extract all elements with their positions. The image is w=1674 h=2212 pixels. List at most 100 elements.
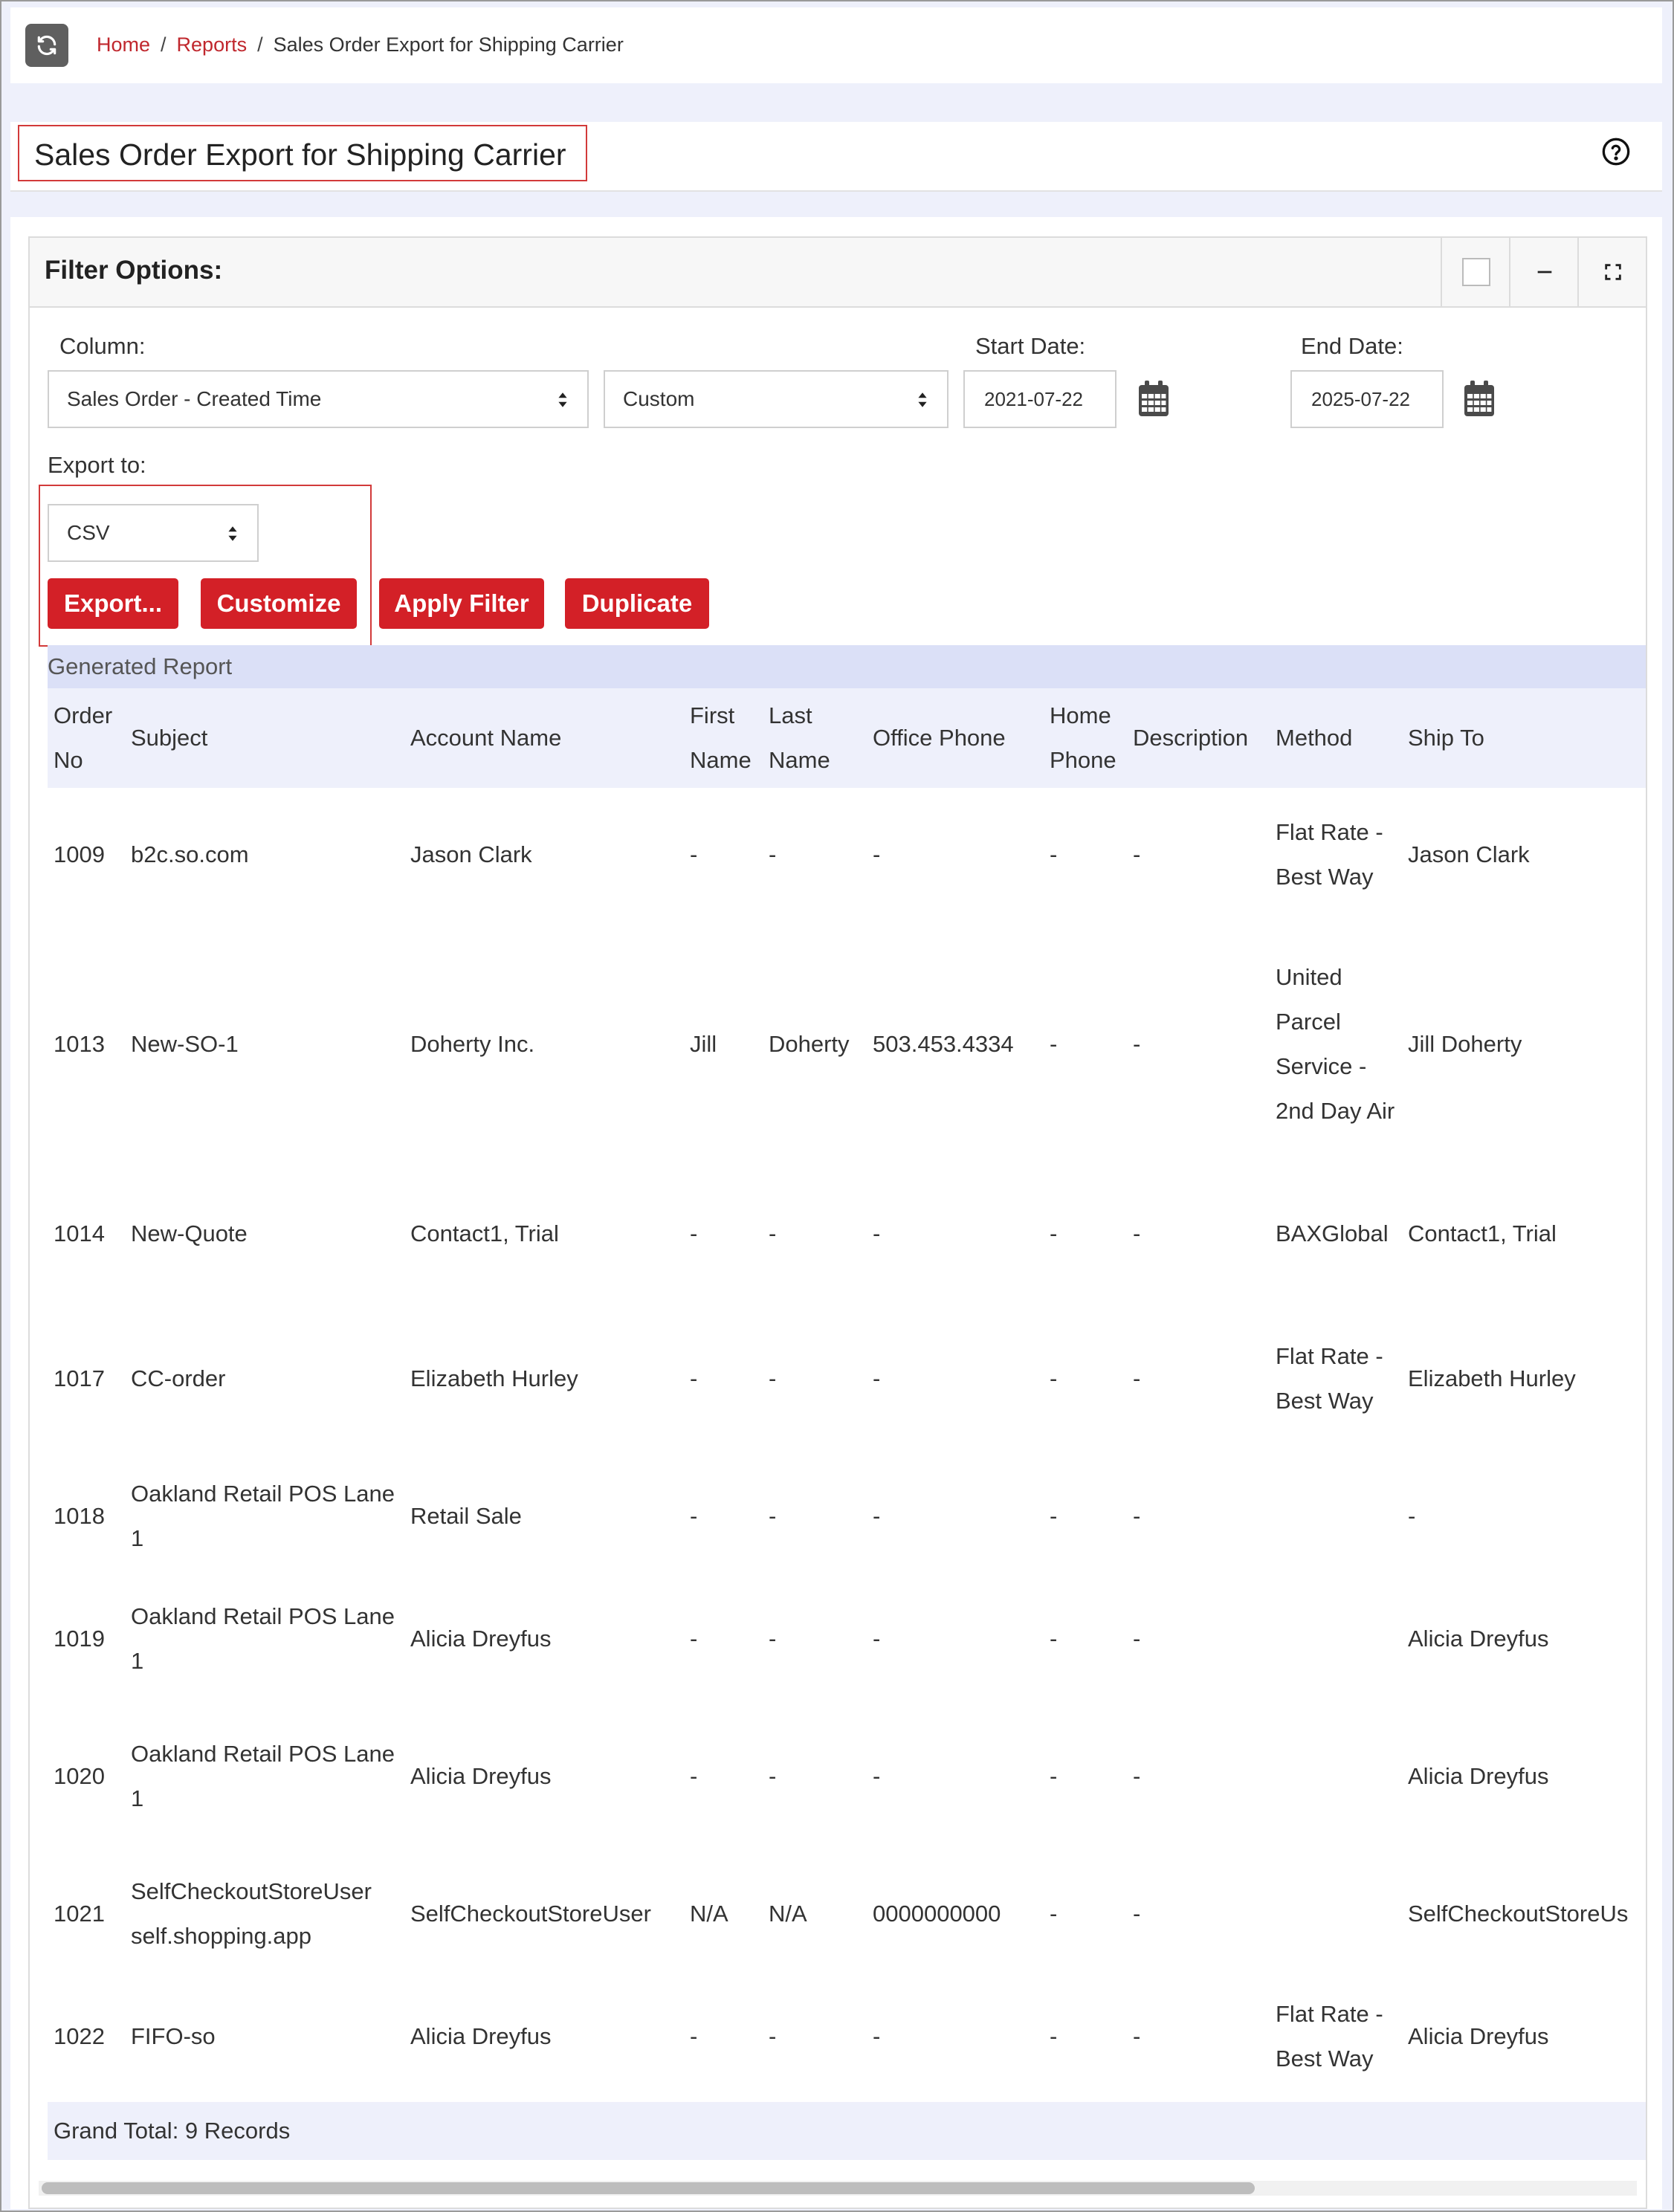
table-cell: -: [873, 1503, 881, 1529]
breadcrumb-current: Sales Order Export for Shipping Carrier: [273, 33, 624, 56]
calendar-icon[interactable]: [1463, 381, 1496, 418]
column-header[interactable]: Description: [1127, 688, 1270, 788]
table-cell: Alicia Dreyfus: [410, 1626, 552, 1652]
breadcrumb-reports[interactable]: Reports: [177, 30, 248, 59]
table-cell: 1017: [54, 1365, 105, 1391]
table-cell: -: [1133, 1031, 1141, 1057]
breadcrumb-home[interactable]: Home: [97, 30, 150, 59]
start-date-input[interactable]: 2021-07-22: [963, 370, 1116, 428]
breadcrumb: Home / Reports / Sales Order Export for …: [97, 30, 624, 59]
table-cell: -: [769, 841, 777, 867]
apply-filter-button[interactable]: Apply Filter: [379, 578, 544, 629]
range-select-value: Custom: [623, 387, 695, 410]
table-cell: Jill: [690, 1031, 717, 1057]
minimize-icon: [1537, 271, 1552, 274]
table-cell: Jason Clark: [410, 841, 532, 867]
table-cell: -: [1050, 1365, 1058, 1391]
column-label: Column:: [59, 333, 146, 359]
table-cell: Jason Clark: [1408, 841, 1530, 867]
refresh-button[interactable]: [25, 24, 68, 67]
range-select[interactable]: Custom: [604, 370, 949, 428]
export-label: Export to:: [48, 452, 146, 478]
select-caret-icon: [918, 392, 927, 407]
title-bar: Sales Order Export for Shipping Carrier: [10, 122, 1662, 192]
table-cell: Contact1, Trial: [1408, 1220, 1557, 1246]
table-cell: Oakland Retail POS Lane 1: [131, 1741, 395, 1811]
table-cell: Doherty Inc.: [410, 1031, 535, 1057]
table-cell: Alicia Dreyfus: [1408, 1763, 1549, 1789]
table-cell: BAXGlobal: [1276, 1220, 1389, 1246]
table-cell: -: [1050, 1503, 1058, 1529]
table-cell: [1270, 1457, 1402, 1576]
table-cell: -: [769, 1626, 777, 1652]
export-format-select[interactable]: CSV: [48, 504, 259, 562]
column-header[interactable]: Method: [1270, 688, 1402, 788]
table-cell: Oakland Retail POS Lane 1: [131, 1481, 395, 1551]
table-cell: Flat Rate - Best Way: [1276, 819, 1383, 890]
column-header[interactable]: Subject: [125, 688, 404, 788]
minimize-button[interactable]: [1509, 238, 1579, 306]
table-cell: -: [1133, 2023, 1141, 2049]
table-cell: -: [690, 841, 698, 867]
grand-total: Grand Total: 9 Records: [54, 2118, 291, 2144]
fullscreen-button[interactable]: [1577, 238, 1646, 306]
scrollbar-thumb[interactable]: [42, 2182, 1255, 2194]
table-cell: -: [1050, 1763, 1058, 1789]
table-row: 1013 New-SO-1 Doherty Inc. Jill Doherty 503.4…: [48, 922, 1646, 1167]
table-cell: SelfCheckoutStoreUser self.shopping.app: [131, 1878, 372, 1949]
table-cell: -: [873, 1763, 881, 1789]
table-cell: 0000000000: [873, 1901, 1001, 1927]
export-button[interactable]: Export...: [48, 578, 178, 629]
column-header[interactable]: Last Name: [763, 688, 867, 788]
table-row: 1022 FIFO-so Alicia Dreyfus - - - - - Flat Rate …: [48, 1977, 1646, 2096]
table-cell: -: [1408, 1503, 1416, 1529]
table-row: 1018 Oakland Retail POS Lane 1 Retail Sale…: [48, 1457, 1646, 1576]
table-cell: b2c.so.com: [131, 841, 249, 867]
filter-panel: Filter Options: Column: Start Date: End …: [28, 236, 1647, 2209]
table-cell: SelfCheckoutStoreUser: [410, 1901, 651, 1927]
table-cell: -: [769, 2023, 777, 2049]
table-cell: 1019: [54, 1626, 105, 1652]
table-cell: -: [690, 2023, 698, 2049]
table-cell: N/A: [690, 1901, 728, 1927]
table-cell: Retail Sale: [410, 1503, 522, 1529]
table-cell: -: [1133, 1901, 1141, 1927]
table-cell: -: [873, 1626, 881, 1652]
table-cell: -: [873, 841, 881, 867]
customize-button[interactable]: Customize: [201, 578, 357, 629]
column-header[interactable]: Home Phone: [1044, 688, 1127, 788]
table-cell: -: [690, 1626, 698, 1652]
help-circle-icon[interactable]: [1601, 137, 1631, 166]
checkbox-icon[interactable]: [1462, 258, 1490, 286]
grand-total-bar: Grand Total: 9 Records: [48, 2102, 1646, 2160]
select-checkbox[interactable]: [1441, 238, 1510, 306]
column-header[interactable]: Account Name: [404, 688, 684, 788]
table-cell: [1270, 1851, 1402, 1977]
end-date-input[interactable]: 2025-07-22: [1290, 370, 1444, 428]
table-cell: -: [1050, 1031, 1058, 1057]
table-cell: Oakland Retail POS Lane 1: [131, 1603, 395, 1674]
table-row: 1020 Oakland Retail POS Lane 1 Alicia Drey…: [48, 1702, 1646, 1851]
table-cell: Elizabeth Hurley: [410, 1365, 578, 1391]
table-cell: -: [1050, 1901, 1058, 1927]
table-cell: 1009: [54, 841, 105, 867]
table-cell: Flat Rate - Best Way: [1276, 2001, 1383, 2072]
table-cell: Elizabeth Hurley: [1408, 1365, 1576, 1391]
column-header[interactable]: First Name: [684, 688, 763, 788]
table-cell: -: [1133, 841, 1141, 867]
column-header[interactable]: Office Phone: [867, 688, 1044, 788]
duplicate-button[interactable]: Duplicate: [565, 578, 709, 629]
column-header[interactable]: Order No: [48, 688, 125, 788]
table-cell: New-SO-1: [131, 1031, 239, 1057]
table-cell: [1270, 1576, 1402, 1702]
column-select[interactable]: Sales Order - Created Time: [48, 370, 589, 428]
breadcrumb-bar: Home / Reports / Sales Order Export for …: [10, 7, 1662, 83]
table-cell: 503.453.4334: [873, 1031, 1014, 1057]
table-cell: -: [1050, 1220, 1058, 1246]
table-cell: N/A: [769, 1901, 807, 1927]
column-header[interactable]: Ship To: [1402, 688, 1646, 788]
calendar-icon[interactable]: [1137, 381, 1170, 418]
table-cell: Jill Doherty: [1408, 1031, 1522, 1057]
table-cell: [1270, 1702, 1402, 1851]
table-cell: 1021: [54, 1901, 105, 1927]
